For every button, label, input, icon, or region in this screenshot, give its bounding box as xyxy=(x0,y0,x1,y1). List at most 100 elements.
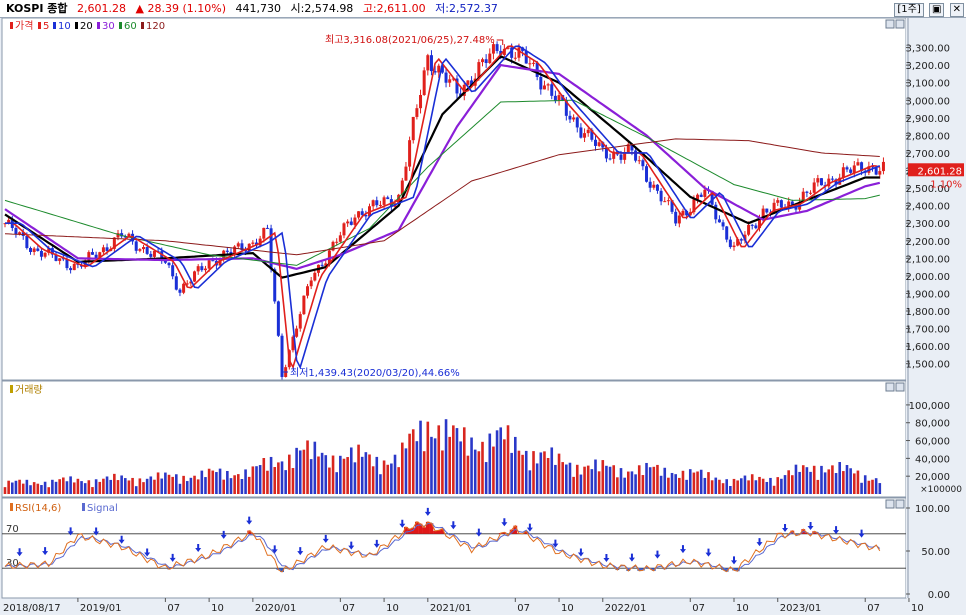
candle-body xyxy=(335,241,339,243)
x-tick-label: 2023/01 xyxy=(780,603,822,614)
volume-bar xyxy=(218,468,222,494)
volume-bar xyxy=(674,474,677,494)
volume-bar xyxy=(375,456,379,494)
volume-bar xyxy=(21,483,25,494)
candle-body xyxy=(747,224,751,235)
legend-swatch xyxy=(141,22,144,29)
volume-bar xyxy=(215,472,218,494)
candle-body xyxy=(411,116,415,141)
price-tick-label: 1,600.00 xyxy=(905,342,950,353)
volume-bar xyxy=(72,482,76,494)
volume-bar xyxy=(284,470,287,494)
volume-bar xyxy=(732,478,736,494)
rsi-panel xyxy=(1,497,907,599)
candle-body xyxy=(750,224,754,226)
candle-body xyxy=(725,226,729,240)
high-price: 고:2,611.00 xyxy=(362,2,426,15)
index-name: KOSPI 종합 xyxy=(6,2,68,15)
volume-bar xyxy=(809,471,812,494)
rsi-tick-label: 100.00 xyxy=(915,504,950,515)
volume-bar xyxy=(765,481,769,494)
candle-body xyxy=(674,211,678,224)
volume-bar xyxy=(273,467,277,494)
price-tick-label: 1,700.00 xyxy=(905,325,950,336)
volume-bar xyxy=(514,436,517,494)
volume-bar xyxy=(58,479,61,494)
volume-tick-label: 40,000 xyxy=(915,454,950,465)
volume-bar xyxy=(856,470,860,494)
volume-bar xyxy=(291,468,295,494)
candle-body xyxy=(101,247,105,253)
volume-bar xyxy=(503,439,506,494)
volume-bar xyxy=(145,478,149,494)
volume-bar xyxy=(14,480,18,494)
candle-body xyxy=(641,160,645,167)
candle-body xyxy=(437,65,441,73)
volume-bar xyxy=(641,475,645,494)
x-tick-label: 07 xyxy=(517,603,530,614)
volume-bar xyxy=(860,482,863,494)
volume-bar xyxy=(171,476,174,494)
volume-bar xyxy=(426,421,430,494)
restore-icon[interactable]: ▣ xyxy=(928,3,945,17)
volume-bar xyxy=(758,476,761,494)
legend-item-5: 5 xyxy=(43,21,49,32)
volume-bar xyxy=(349,447,353,494)
candle-body xyxy=(306,286,310,296)
price-tick-label: 2,100.00 xyxy=(905,254,950,265)
volume-bar xyxy=(98,481,102,494)
volume-bar xyxy=(441,450,444,494)
candle-body xyxy=(338,235,342,242)
volume-bar xyxy=(739,478,743,494)
volume-bar xyxy=(528,470,532,494)
rsi-tick-label: 50.00 xyxy=(921,547,950,558)
volume-bar xyxy=(699,469,703,494)
volume-bar xyxy=(247,476,251,494)
candle-body xyxy=(703,189,707,197)
candle-body xyxy=(444,72,448,83)
close-icon[interactable]: ✕ xyxy=(949,3,964,17)
volume-bar xyxy=(729,485,732,494)
x-tick-label: 10 xyxy=(211,603,224,614)
volume-tick-label: 80,000 xyxy=(915,419,950,430)
volume-bar xyxy=(236,474,240,494)
candle-body xyxy=(65,259,69,269)
legend-swatch xyxy=(75,22,78,29)
candle-body xyxy=(105,247,109,251)
volume-bar xyxy=(87,480,91,494)
x-tick-label: 2021/01 xyxy=(430,603,472,614)
volume-bar xyxy=(94,479,98,494)
volume-bar xyxy=(492,446,495,494)
candle-body xyxy=(513,57,517,59)
candle-body xyxy=(200,266,204,271)
volume-bar xyxy=(309,459,313,494)
volume-bar xyxy=(794,464,798,494)
candle-body xyxy=(382,197,386,205)
candle-body xyxy=(579,127,583,138)
x-tick-label: 2020/01 xyxy=(255,603,297,614)
volume-bar xyxy=(710,480,714,494)
candle-body xyxy=(699,194,703,197)
volume-bar xyxy=(29,485,32,494)
period-selector[interactable]: [1주] xyxy=(894,3,924,17)
volume-bar xyxy=(222,479,225,494)
price-tick-label: 3,100.00 xyxy=(905,79,950,90)
volume-bar xyxy=(269,456,273,494)
x-tick-label: 10 xyxy=(561,603,574,614)
candle-body xyxy=(171,265,175,277)
price-tick-label: 2,300.00 xyxy=(905,219,950,230)
price-tick-label: 3,300.00 xyxy=(905,44,950,55)
volume-bar xyxy=(637,465,641,494)
volume-bar xyxy=(353,462,357,494)
candle-body xyxy=(225,250,229,252)
candle-body xyxy=(732,245,736,248)
candle-body xyxy=(495,44,499,51)
volume-bar xyxy=(703,477,707,494)
volume-bar xyxy=(36,483,40,494)
price-tick-label: 1,800.00 xyxy=(905,307,950,318)
volume-bar xyxy=(255,466,258,494)
candle-body xyxy=(805,191,809,193)
volume-bar xyxy=(288,454,291,494)
volume-bar xyxy=(834,473,838,494)
candle-body xyxy=(353,217,357,225)
